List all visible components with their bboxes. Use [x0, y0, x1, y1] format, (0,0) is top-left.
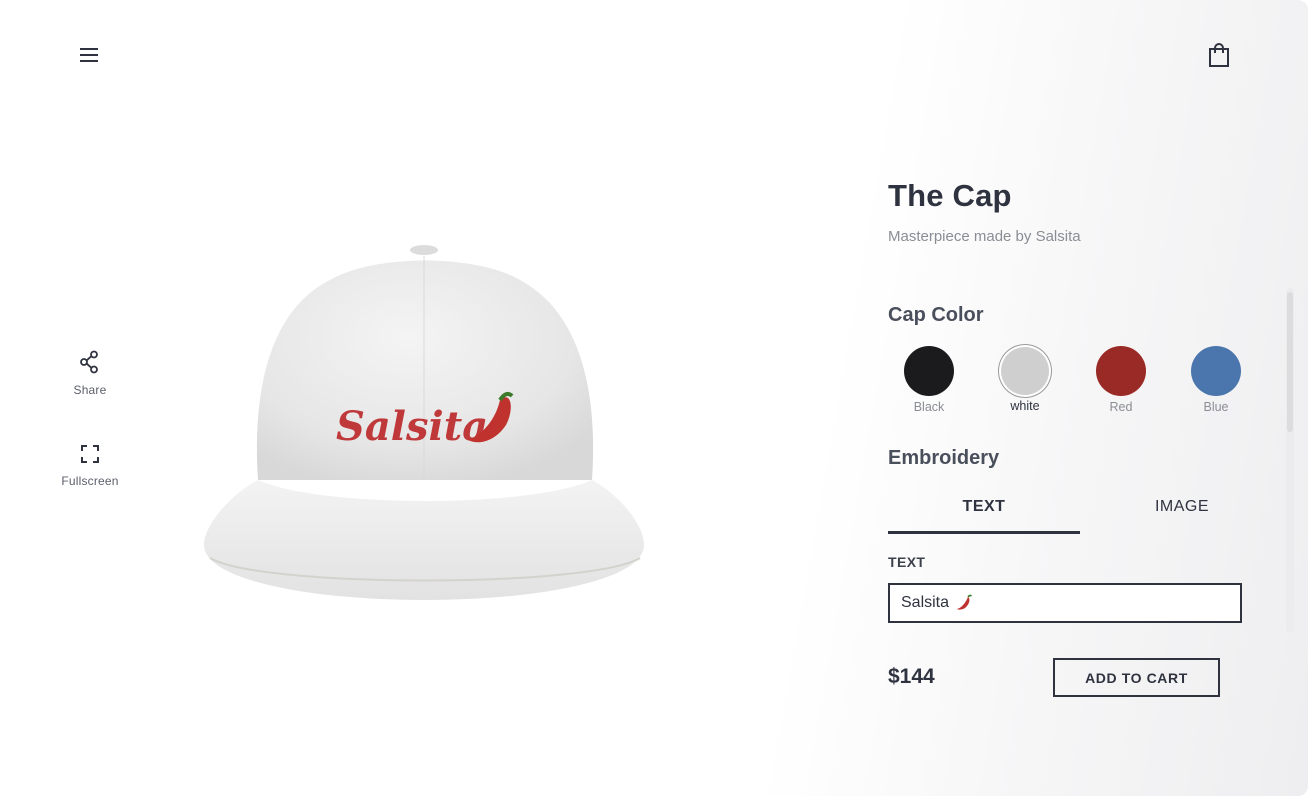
swatch-label: white	[1010, 399, 1040, 413]
fullscreen-button[interactable]: Fullscreen	[50, 443, 130, 488]
product-title: The Cap	[888, 178, 1012, 213]
cap-color-heading: Cap Color	[888, 304, 984, 326]
embroidery-text-label: TEXT	[888, 554, 926, 570]
add-to-cart-button[interactable]: ADD TO CART	[1053, 658, 1220, 697]
embroidery-tabs: TEXT IMAGE	[888, 492, 1278, 534]
swatch-white[interactable]: white	[995, 346, 1055, 413]
product-price: $144	[888, 665, 935, 688]
product-config-panel: The Cap Masterpiece made by Salsita Cap …	[888, 178, 1248, 697]
embroidery-text-input[interactable]: Salsita	[888, 583, 1242, 623]
panel-scrollbar[interactable]	[1286, 288, 1294, 633]
chili-pepper-icon	[957, 594, 973, 610]
shopping-bag-icon[interactable]	[1204, 40, 1234, 72]
color-dot	[904, 346, 954, 396]
fullscreen-icon	[81, 445, 99, 463]
embroidery-text-value: Salsita	[901, 594, 950, 611]
color-dot	[1096, 346, 1146, 396]
hamburger-menu-icon[interactable]	[74, 40, 104, 70]
embroidery-heading: Embroidery	[888, 447, 1000, 469]
share-icon	[80, 350, 98, 374]
share-label: Share	[73, 383, 107, 397]
tab-text[interactable]: TEXT	[888, 492, 1080, 534]
fullscreen-label: Fullscreen	[61, 474, 119, 488]
share-button[interactable]: Share	[50, 350, 130, 397]
cap-3d-preview[interactable]: Salsita	[200, 240, 650, 610]
product-subtitle: Masterpiece made by Salsita	[888, 228, 1081, 245]
swatch-blue[interactable]: Blue	[1186, 346, 1246, 414]
swatch-black[interactable]: Black	[899, 346, 959, 414]
swatch-label: Red	[1109, 400, 1133, 414]
cap-embroidery-text: Salsita	[336, 403, 488, 450]
tab-image[interactable]: IMAGE	[1086, 492, 1278, 534]
product-page: Share Fullscreen Salsita The Cap Masterp…	[0, 0, 1308, 796]
swatch-red[interactable]: Red	[1091, 346, 1151, 414]
cap-color-swatches: Black white Red Blue	[888, 346, 1248, 416]
swatch-label: Blue	[1203, 400, 1229, 414]
scrollbar-thumb[interactable]	[1287, 292, 1293, 432]
color-dot	[1191, 346, 1241, 396]
color-dot	[1001, 347, 1049, 395]
swatch-label: Black	[913, 400, 945, 414]
